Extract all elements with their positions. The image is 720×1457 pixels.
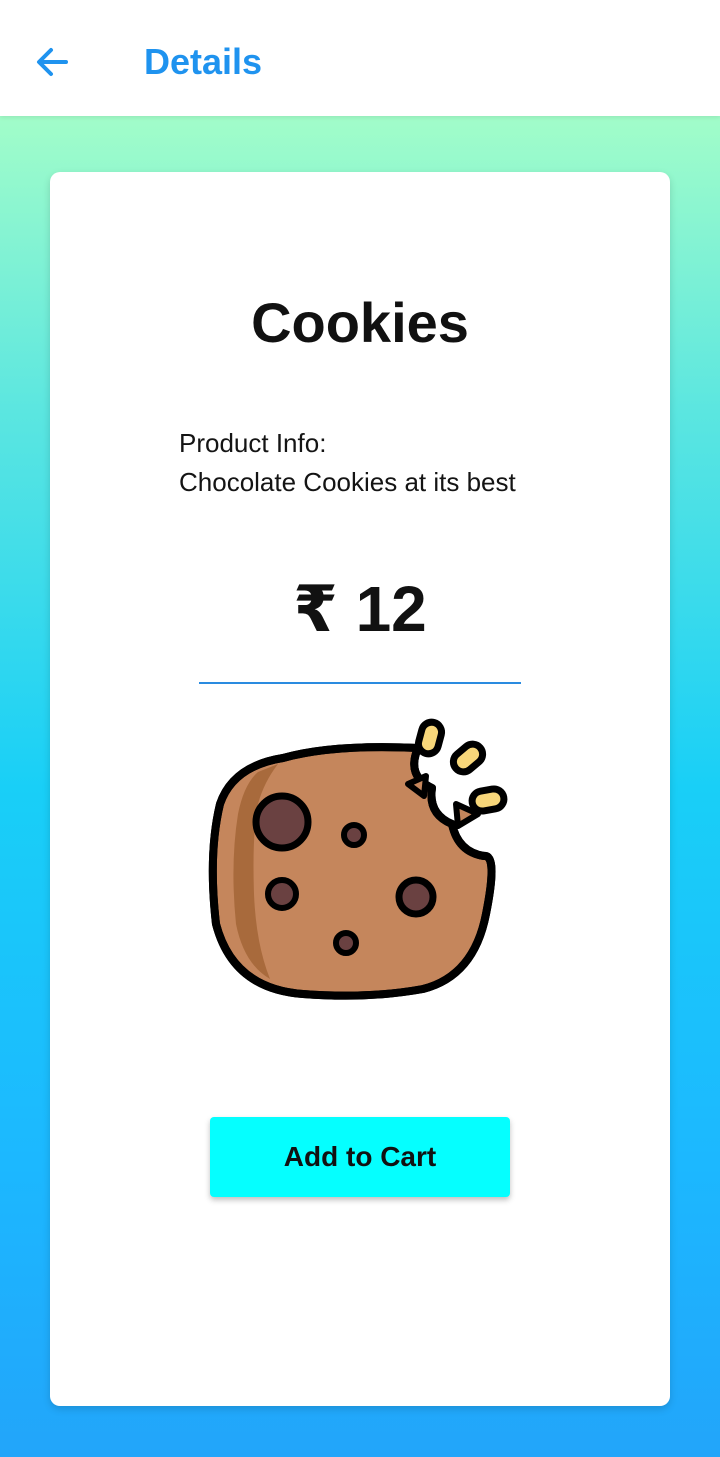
product-card: Cookies Product Info: Chocolate Cookies …: [50, 172, 670, 1406]
app-bar: Details: [0, 0, 720, 116]
product-name: Cookies: [251, 291, 469, 354]
cookie-icon: [208, 718, 508, 1000]
back-button[interactable]: [22, 32, 82, 92]
product-info: Product Info: Chocolate Cookies at its b…: [179, 424, 619, 502]
page-title: Details: [144, 41, 263, 82]
arrow-left-icon: [37, 48, 68, 76]
product-price: ₹ 12: [293, 573, 427, 645]
divider: [199, 682, 521, 684]
product-info-text: Chocolate Cookies at its best: [179, 467, 516, 497]
add-to-cart-button[interactable]: Add to Cart: [210, 1117, 510, 1197]
product-info-label: Product Info:: [179, 428, 327, 458]
